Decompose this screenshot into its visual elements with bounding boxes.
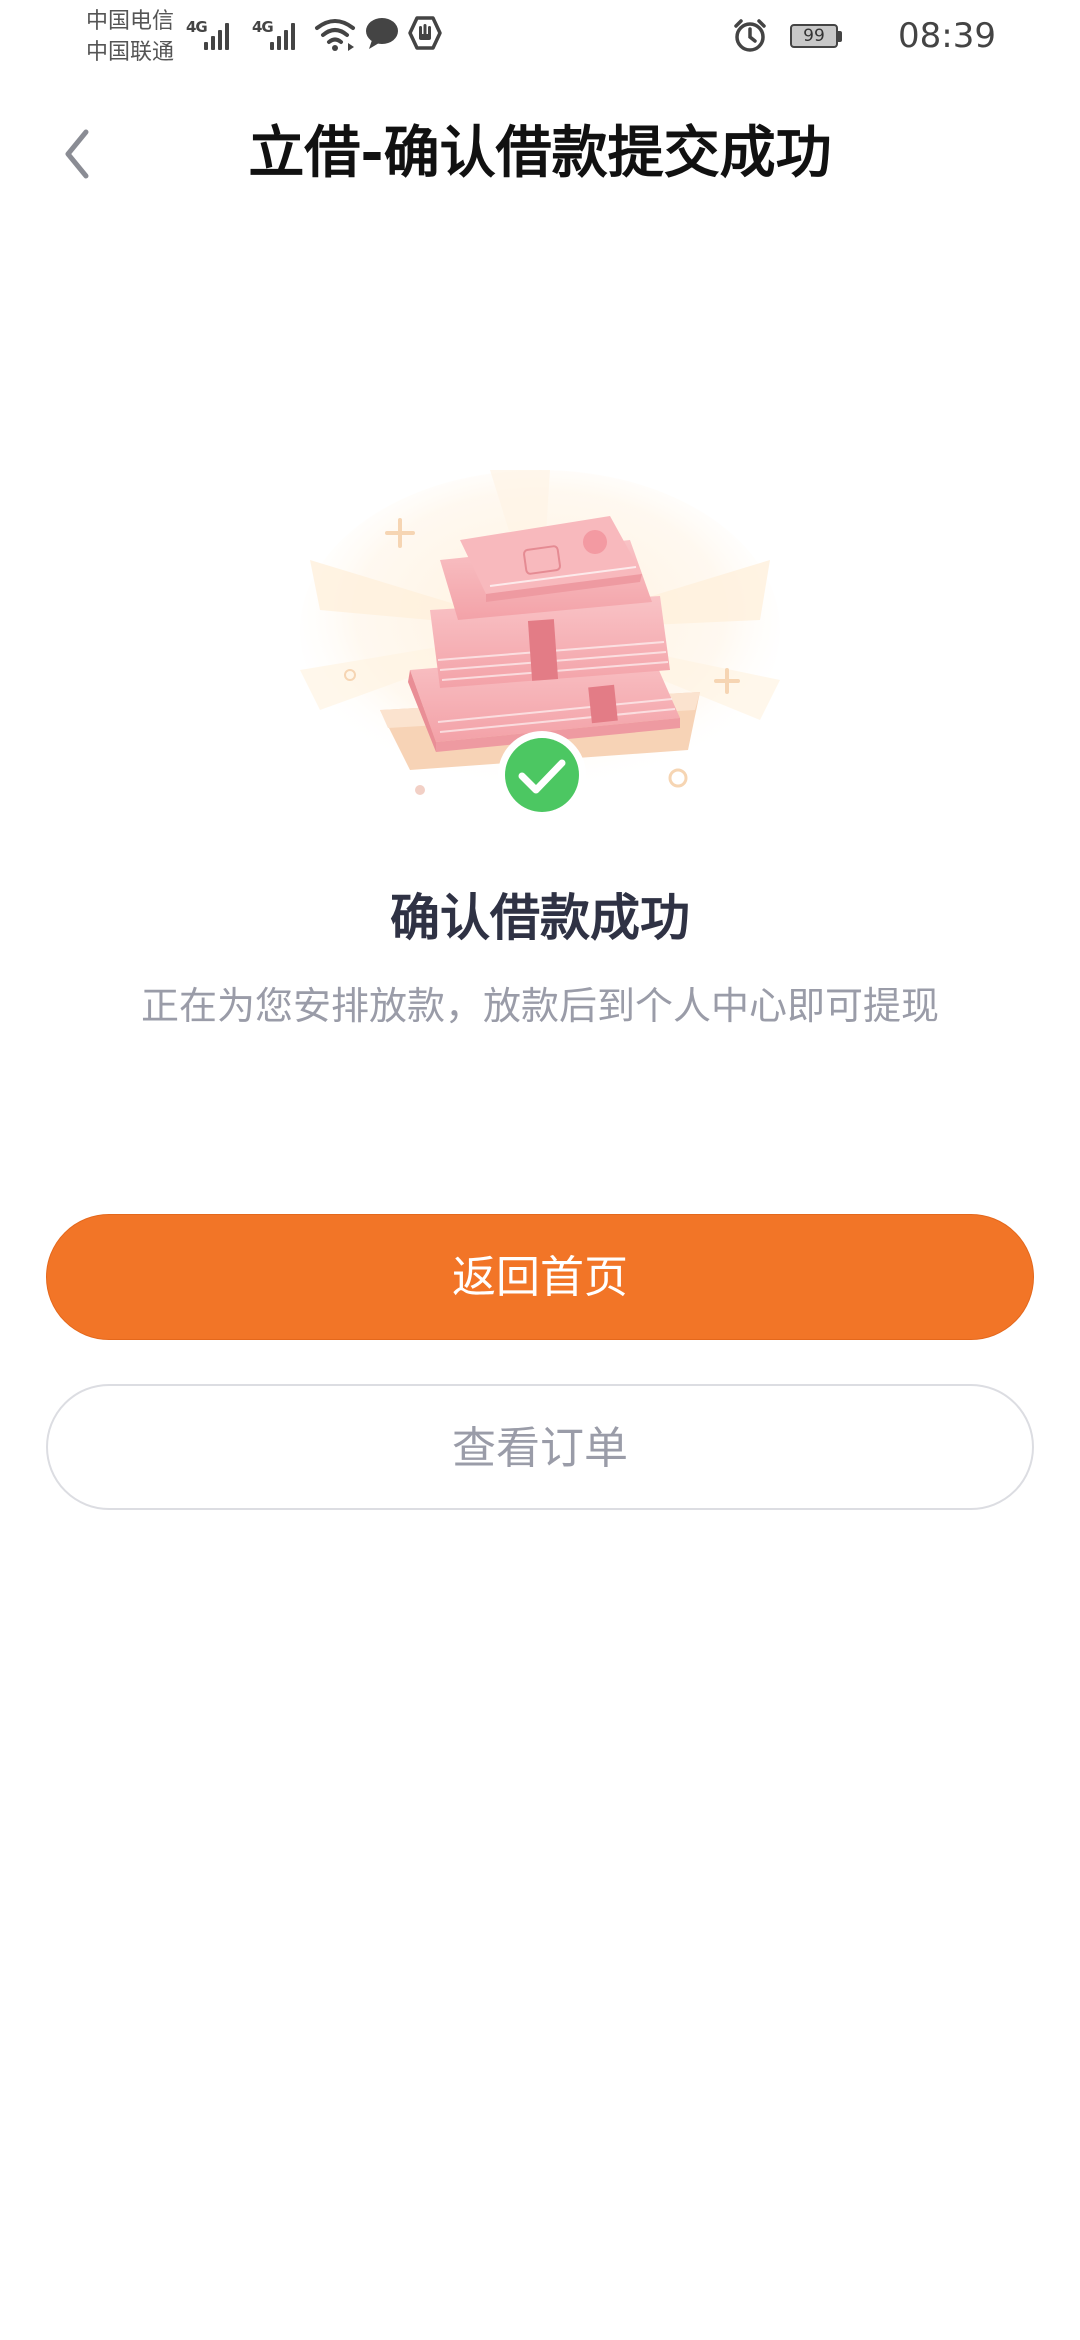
carrier-info: 中国电信 中国联通 — [86, 6, 174, 68]
wifi-icon — [314, 16, 356, 56]
success-description: 正在为您安排放款，放款后到个人中心即可提现 — [140, 984, 939, 1028]
battery-level: 99 — [803, 26, 825, 46]
carrier-1-label: 中国电信 — [86, 9, 175, 34]
message-icon — [364, 16, 400, 54]
page-title: 立借-确认借款提交成功 — [248, 121, 832, 186]
hand-icon — [408, 16, 442, 54]
success-title: 确认借款成功 — [390, 889, 690, 947]
carrier-2-label: 中国联通 — [86, 40, 175, 65]
battery-icon: 99 — [790, 24, 844, 50]
alarm-icon — [732, 18, 768, 58]
money-stack-illustration — [290, 470, 790, 830]
back-button[interactable] — [54, 124, 114, 184]
chevron-left-icon — [65, 129, 89, 179]
return-home-button[interactable]: 返回首页 — [46, 1214, 1034, 1340]
check-circle-icon — [498, 731, 586, 819]
view-order-button[interactable]: 查看订单 — [46, 1384, 1034, 1510]
status-time: 08:39 — [898, 16, 996, 56]
status-right-group: 99 08:39 — [734, 10, 996, 62]
status-bar: 中国电信 中国联通 4G 4G 99 08:39 — [0, 0, 1080, 76]
signal-icon — [270, 20, 300, 50]
signal-icon — [204, 20, 234, 50]
